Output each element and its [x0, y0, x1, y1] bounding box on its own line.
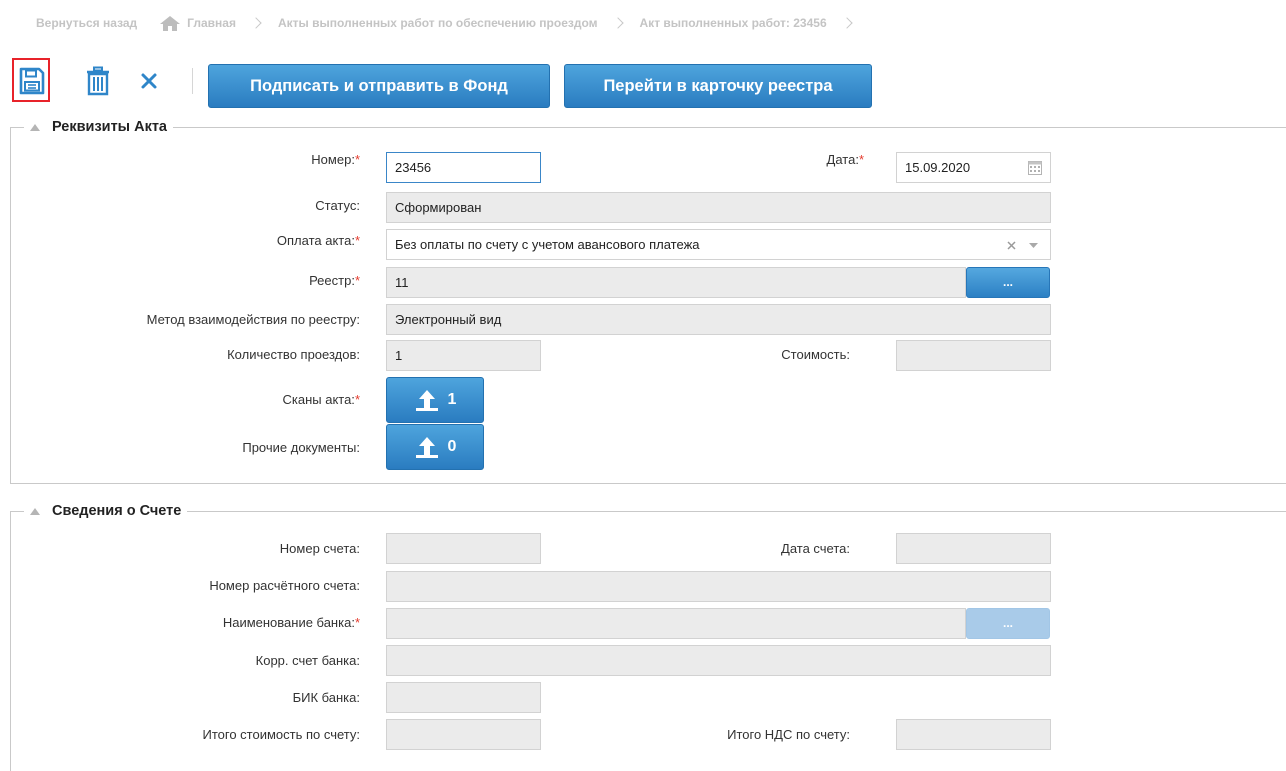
home-icon[interactable] [159, 15, 181, 32]
number-input[interactable]: 23456 [386, 152, 541, 183]
invoice-number-label: Номер счета: [279, 541, 360, 556]
total-vat-field [896, 719, 1051, 750]
scans-count: 1 [447, 391, 457, 408]
go-to-registry-card-button[interactable]: Перейти в карточку реестра [564, 64, 872, 108]
upload-icon [415, 437, 438, 458]
breadcrumb-current: Акт выполненных работ: 23456 [639, 16, 827, 30]
corr-account-label: Корр. счет банка: [255, 653, 360, 668]
trips-field: 1 [386, 340, 541, 371]
collapse-triangle-icon [30, 507, 40, 515]
other-docs-count: 0 [447, 438, 457, 455]
payment-select[interactable]: Без оплаты по счету с учетом авансового … [386, 229, 1051, 260]
method-label: Метод взаимодействия по реестру: [146, 312, 360, 327]
payment-value: Без оплаты по счету с учетом авансового … [395, 237, 700, 252]
cost-label: Стоимость: [781, 347, 850, 362]
date-label: Дата:* [826, 152, 864, 167]
bik-field [386, 682, 541, 713]
back-link[interactable]: Вернуться назад [36, 16, 137, 30]
account-number-label: Номер расчётного счета: [209, 578, 360, 593]
section-title: Реквизиты Акта [52, 119, 167, 135]
save-highlight-frame [12, 58, 50, 102]
chevron-right-icon [250, 17, 262, 29]
toolbar-divider [192, 68, 193, 94]
scans-upload-button[interactable]: 1 [386, 377, 484, 423]
collapse-triangle-icon [30, 123, 40, 131]
registry-select-button[interactable]: ... [966, 267, 1050, 298]
invoice-date-label: Дата счета: [781, 541, 850, 556]
number-label: Номер:* [311, 152, 360, 167]
chevron-down-icon[interactable] [1029, 243, 1038, 248]
invoice-date-field [896, 533, 1051, 564]
breadcrumb: Вернуться назад Главная Акты выполненных… [36, 15, 869, 31]
bank-name-field [386, 608, 966, 639]
method-field: Электронный вид [386, 304, 1051, 335]
bank-name-label: Наименование банка:* [222, 615, 360, 630]
sign-and-send-button[interactable]: Подписать и отправить в Фонд [208, 64, 550, 108]
cancel-button[interactable] [130, 60, 168, 102]
status-label: Статус: [315, 198, 360, 213]
act-details-legend[interactable]: Реквизиты Акта [24, 118, 173, 136]
clear-icon[interactable] [1007, 241, 1016, 250]
date-value: 15.09.2020 [905, 160, 971, 175]
payment-label: Оплата акта:* [276, 233, 360, 248]
total-vat-label: Итого НДС по счету: [727, 727, 850, 742]
close-icon [141, 73, 157, 89]
breadcrumb-acts-list[interactable]: Акты выполненных работ по обеспечению пр… [278, 16, 598, 30]
cost-field [896, 340, 1051, 371]
delete-button[interactable] [79, 60, 117, 102]
breadcrumb-home[interactable]: Главная [187, 16, 236, 30]
calendar-icon[interactable] [1028, 161, 1042, 175]
invoice-number-field [386, 533, 541, 564]
trash-icon [87, 66, 109, 96]
registry-field: 11 [386, 267, 966, 298]
upload-icon [415, 390, 438, 411]
chevron-right-icon [611, 17, 624, 29]
date-input[interactable]: 15.09.2020 [896, 152, 1051, 183]
trips-label: Количество проездов: [227, 347, 360, 362]
total-cost-field [386, 719, 541, 750]
section-title: Сведения о Счете [52, 503, 182, 519]
status-field: Сформирован [386, 192, 1051, 223]
other-docs-label: Прочие документы: [242, 440, 360, 455]
scans-label: Сканы акта:* [282, 392, 360, 407]
registry-label: Реестр:* [309, 273, 360, 288]
account-number-field [386, 571, 1051, 602]
invoice-legend[interactable]: Сведения о Счете [24, 502, 188, 520]
corr-account-field [386, 645, 1051, 676]
total-cost-label: Итого стоимость по счету: [202, 727, 360, 742]
bik-label: БИК банка: [292, 690, 360, 705]
invoice-section [10, 511, 1286, 771]
chevron-right-icon [840, 17, 853, 29]
bank-select-button[interactable]: ... [966, 608, 1050, 639]
other-docs-upload-button[interactable]: 0 [386, 424, 484, 470]
